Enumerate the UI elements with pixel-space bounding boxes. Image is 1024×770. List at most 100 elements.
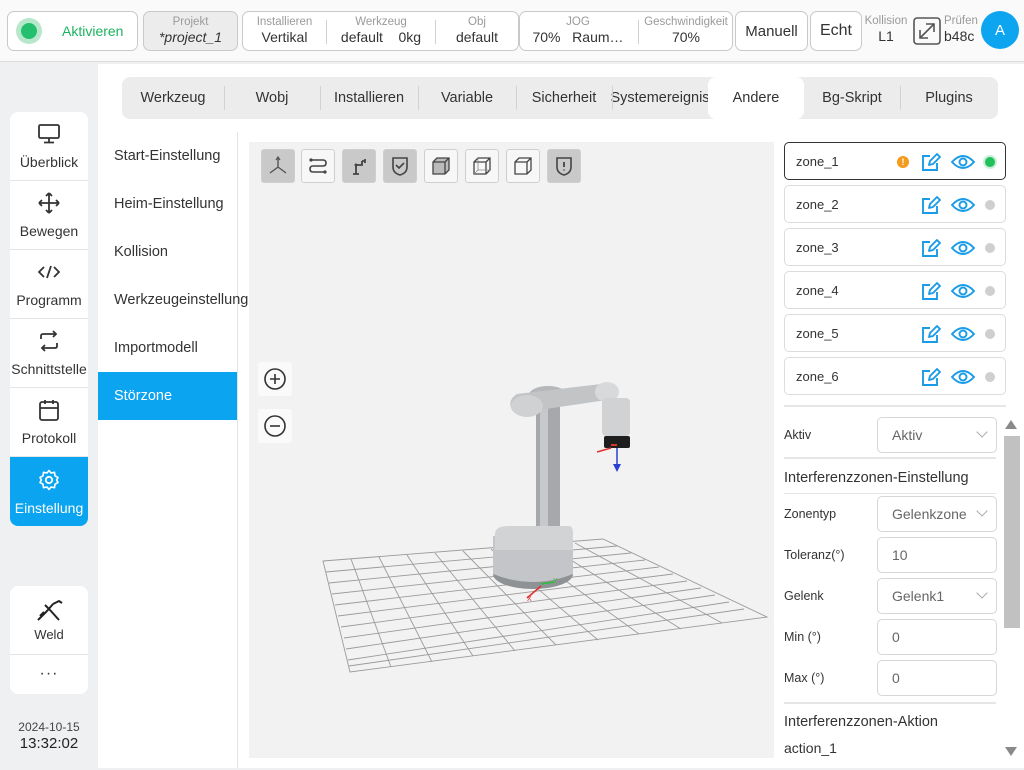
- subnav-tool-setting[interactable]: Werkzeugeinstellung: [98, 276, 248, 324]
- max-input[interactable]: 0: [877, 660, 997, 696]
- zone-name: zone_4: [796, 283, 839, 298]
- eye-icon[interactable]: [950, 238, 976, 258]
- zone-active-indicator: [985, 200, 995, 210]
- zone-item[interactable]: zone_1 !: [784, 142, 1006, 180]
- chevron-down-icon: [976, 505, 988, 517]
- zone-type-select[interactable]: Gelenkzone: [877, 496, 997, 532]
- zone-active-indicator: [985, 329, 995, 339]
- eye-icon[interactable]: [950, 152, 976, 172]
- nav-item-weld[interactable]: Weld: [10, 586, 88, 655]
- tolerance-input[interactable]: 10: [877, 537, 997, 573]
- install-value: Vertikal: [261, 29, 308, 45]
- tab-andere[interactable]: Andere: [708, 77, 804, 119]
- subnav-start-setting[interactable]: Start-Einstellung: [98, 132, 237, 180]
- tab-plugins[interactable]: Plugins: [900, 77, 998, 119]
- nav-item-log[interactable]: Protokoll: [10, 388, 88, 457]
- scroll-up-icon[interactable]: [1005, 420, 1017, 429]
- real-mode-button[interactable]: Echt: [810, 11, 862, 51]
- tab-wobj[interactable]: Wobj: [224, 77, 320, 119]
- zone-active-indicator: [985, 372, 995, 382]
- eye-icon[interactable]: [950, 195, 976, 215]
- monitor-icon: [37, 122, 61, 146]
- edit-icon[interactable]: [920, 280, 942, 302]
- nav-item-move[interactable]: Bewegen: [10, 181, 88, 250]
- code-icon: [37, 260, 61, 284]
- main-panel: Werkzeug Wobj Installieren Variable Sich…: [98, 64, 1024, 768]
- zone-name: zone_2: [796, 197, 839, 212]
- edit-icon[interactable]: [920, 366, 942, 388]
- subnav-import-model[interactable]: Importmodell: [98, 324, 237, 372]
- install-tool-obj-panel[interactable]: Installieren Vertikal Werkzeug default 0…: [242, 11, 519, 51]
- edit-icon[interactable]: [920, 194, 942, 216]
- warning-icon: !: [897, 156, 909, 168]
- zone-item[interactable]: zone_3: [784, 228, 1006, 266]
- collision-key: Kollision: [864, 15, 908, 27]
- more-menu-button[interactable]: ···: [10, 655, 88, 693]
- nav-item-interface[interactable]: Schnittstelle: [10, 319, 88, 388]
- nav-label: Protokoll: [21, 430, 77, 446]
- eye-icon[interactable]: [950, 367, 976, 387]
- action-value[interactable]: action_1: [784, 740, 837, 756]
- subnav-collision[interactable]: Kollision: [98, 228, 237, 276]
- active-select[interactable]: Aktiv: [877, 417, 997, 453]
- install-key: Installieren: [256, 16, 313, 28]
- zone-item[interactable]: zone_4: [784, 271, 1006, 309]
- active-value: Aktiv: [892, 427, 923, 443]
- min-input[interactable]: 0: [877, 619, 997, 655]
- project-selector[interactable]: Projekt *project_1: [143, 11, 238, 51]
- scroll-down-icon[interactable]: [1005, 747, 1017, 756]
- obj-key: Obj: [468, 16, 486, 28]
- zone-item[interactable]: zone_6: [784, 357, 1006, 395]
- nav-item-program[interactable]: Programm: [10, 250, 88, 319]
- setting-section-title: Interferenzzonen-Einstellung: [784, 470, 969, 486]
- properties-scrollbar[interactable]: [1002, 419, 1020, 760]
- tab-variable[interactable]: Variable: [418, 77, 516, 119]
- avatar[interactable]: A: [981, 11, 1019, 49]
- collision-level[interactable]: Kollision L1: [864, 15, 908, 45]
- zone-active-indicator: [985, 286, 995, 296]
- robot-arm: Y X: [493, 382, 630, 603]
- min-row: Min (°) 0: [784, 619, 997, 655]
- move-arrows-icon: [37, 191, 61, 215]
- divider: [784, 457, 996, 459]
- zone-type-value: Gelenkzone: [892, 506, 967, 522]
- divider: [784, 405, 1006, 407]
- edit-icon[interactable]: [920, 237, 942, 259]
- svg-text:X: X: [527, 596, 532, 603]
- activate-label: Aktivieren: [62, 23, 124, 39]
- 3d-viewport[interactable]: Y X: [249, 142, 774, 758]
- subnav-home-setting[interactable]: Heim-Einstellung: [98, 180, 237, 228]
- obj-value: default: [455, 29, 499, 45]
- svg-text:Y: Y: [553, 578, 558, 585]
- joint-select[interactable]: Gelenk1: [877, 578, 997, 614]
- subnav-interference-zone[interactable]: Störzone: [98, 372, 237, 420]
- tool-key: Werkzeug: [355, 16, 407, 28]
- nav-item-overview[interactable]: Überblick: [10, 112, 88, 181]
- nav-item-settings[interactable]: Einstellung: [10, 457, 88, 526]
- eye-icon[interactable]: [950, 281, 976, 301]
- scroll-thumb[interactable]: [1004, 436, 1020, 628]
- activate-button[interactable]: Aktivieren: [7, 11, 138, 51]
- expand-icon[interactable]: [912, 16, 942, 46]
- nav-label: Schnittstelle: [11, 361, 87, 377]
- tab-sicherheit[interactable]: Sicherheit: [516, 77, 612, 119]
- tab-systemereignis[interactable]: Systemereignis: [610, 77, 710, 119]
- tab-werkzeug[interactable]: Werkzeug: [122, 77, 224, 119]
- jog-value: 70%: [532, 29, 561, 45]
- jog-speed-panel[interactable]: JOG 70% Raum… Geschwindigkeit 70%: [519, 11, 733, 51]
- sub-nav: Start-Einstellung Heim-Einstellung Kolli…: [98, 132, 248, 768]
- tab-installieren[interactable]: Installieren: [320, 77, 418, 119]
- manual-mode-button[interactable]: Manuell: [735, 11, 808, 51]
- action-section-title: Interferenzzonen-Aktion: [784, 714, 938, 730]
- eye-icon[interactable]: [950, 324, 976, 344]
- plugin-nav: Weld ···: [10, 586, 88, 694]
- tab-bg-skript[interactable]: Bg-Skript: [804, 77, 900, 119]
- edit-icon[interactable]: [920, 151, 942, 173]
- edit-icon[interactable]: [920, 323, 942, 345]
- zone-item[interactable]: zone_2: [784, 185, 1006, 223]
- zone-item[interactable]: zone_5: [784, 314, 1006, 352]
- zone-name: zone_3: [796, 240, 839, 255]
- check-value: b48c: [944, 28, 975, 44]
- calendar-icon: [37, 398, 61, 422]
- status-led-icon: [16, 18, 42, 44]
